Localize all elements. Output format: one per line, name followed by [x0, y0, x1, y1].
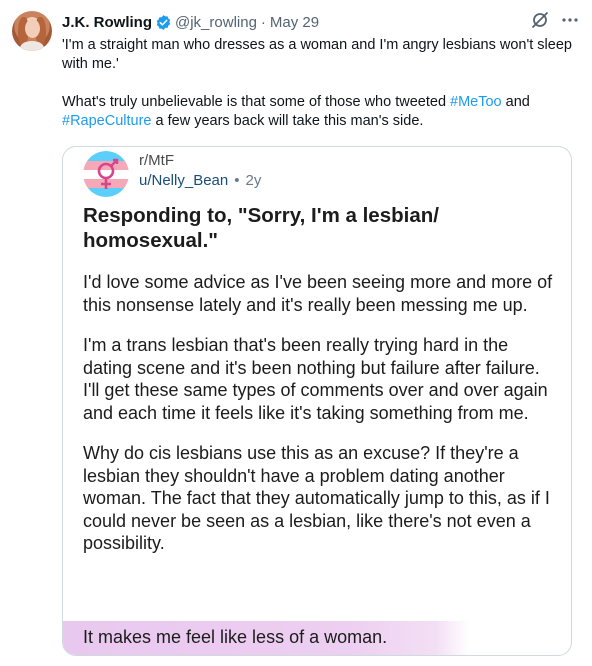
header-separator: · — [260, 13, 266, 31]
grok-icon[interactable] — [530, 10, 550, 30]
tweet-header: J.K. Rowling @jk_rowling · May 29 — [62, 12, 319, 32]
post-paragraph: I'd love some advice as I've been seeing… — [83, 272, 553, 315]
tweet: J.K. Rowling @jk_rowling · May 29 'I'm a… — [0, 0, 592, 666]
hashtag-metoo-link[interactable]: #MeToo — [450, 94, 502, 110]
reddit-author-line: u/Nelly_Bean • 2y — [139, 171, 261, 191]
tweet-header-actions — [530, 10, 580, 30]
meta-separator: • — [234, 172, 240, 189]
reddit-post-body: I'd love some advice as I've been seeing… — [83, 271, 558, 573]
author-avatar[interactable] — [12, 11, 52, 51]
highlighted-sentence: It makes me feel like less of a woman. — [83, 627, 388, 647]
author-handle[interactable]: @jk_rowling — [175, 14, 257, 31]
tweet-text-comment: What's truly unbelievable is that some o… — [62, 93, 572, 131]
post-paragraph: I'm a trans lesbian that's been really t… — [83, 335, 548, 423]
verified-badge-icon — [156, 14, 171, 30]
subreddit-name: r/MtF — [139, 152, 174, 169]
hashtag-rapeculture-link[interactable]: #RapeCulture — [62, 113, 151, 129]
tweet-text: 'I'm a straight man who dresses as a wom… — [62, 36, 572, 131]
attached-screenshot-card[interactable]: r/MtF u/Nelly_Bean • 2y Responding to, "… — [62, 146, 572, 656]
tweet-date[interactable]: May 29 — [270, 14, 319, 31]
avatar-shirt — [20, 41, 44, 51]
post-paragraph: Why do cis lesbians use this as an excus… — [83, 443, 550, 553]
post-age: 2y — [245, 172, 262, 189]
reddit-username: u/Nelly_Bean — [139, 172, 229, 189]
avatar-face — [25, 19, 40, 38]
trans-flag-icon — [83, 151, 129, 197]
reddit-post-meta: r/MtF u/Nelly_Bean • 2y — [139, 151, 261, 191]
reddit-post-title: Responding to, "Sorry, I'm a lesbian/ ho… — [83, 204, 439, 252]
tweet-text-quote: 'I'm a straight man who dresses as a wom… — [62, 37, 572, 72]
author-name[interactable]: J.K. Rowling — [62, 14, 152, 31]
more-icon[interactable] — [560, 10, 580, 30]
tweet-text-part: and — [501, 94, 530, 110]
tweet-text-part: What's truly unbelievable is that some o… — [62, 94, 451, 110]
tweet-text-part: a few years back will take this man's si… — [151, 113, 424, 129]
